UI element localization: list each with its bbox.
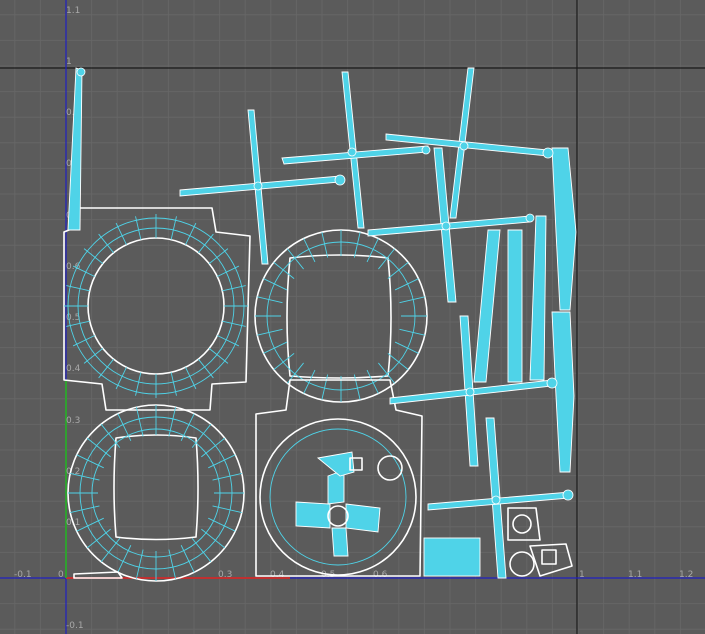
v-tick-label: 1.1 [66,6,80,16]
uv-grill-piece[interactable] [423,537,481,577]
v-tick-label: -0.1 [66,621,84,631]
u-tick-label: 0.4 [270,570,285,580]
v-tick-label: 0.4 [66,364,81,374]
v-tick-label: 0.3 [66,416,80,426]
uv-strip[interactable] [507,229,523,383]
u-tick-label: 1 [579,570,585,580]
viewport-background [0,0,705,634]
v-tick-label: 0.6 [66,262,81,272]
uv-editor-viewport[interactable]: -0.1 0.3 0.4 0.5 0.6 1 1.1 1.2 1.1 1 0.9… [0,0,705,634]
u-tick-label: 0.6 [373,570,388,580]
v-tick-label: 1 [66,57,72,67]
u-tick-label: 1.2 [679,570,693,580]
u-tick-label: -0.1 [14,570,32,580]
u-tick-label: 0.3 [218,570,232,580]
u-tick-label: 1.1 [628,570,642,580]
origin-label: 0 [58,570,64,580]
